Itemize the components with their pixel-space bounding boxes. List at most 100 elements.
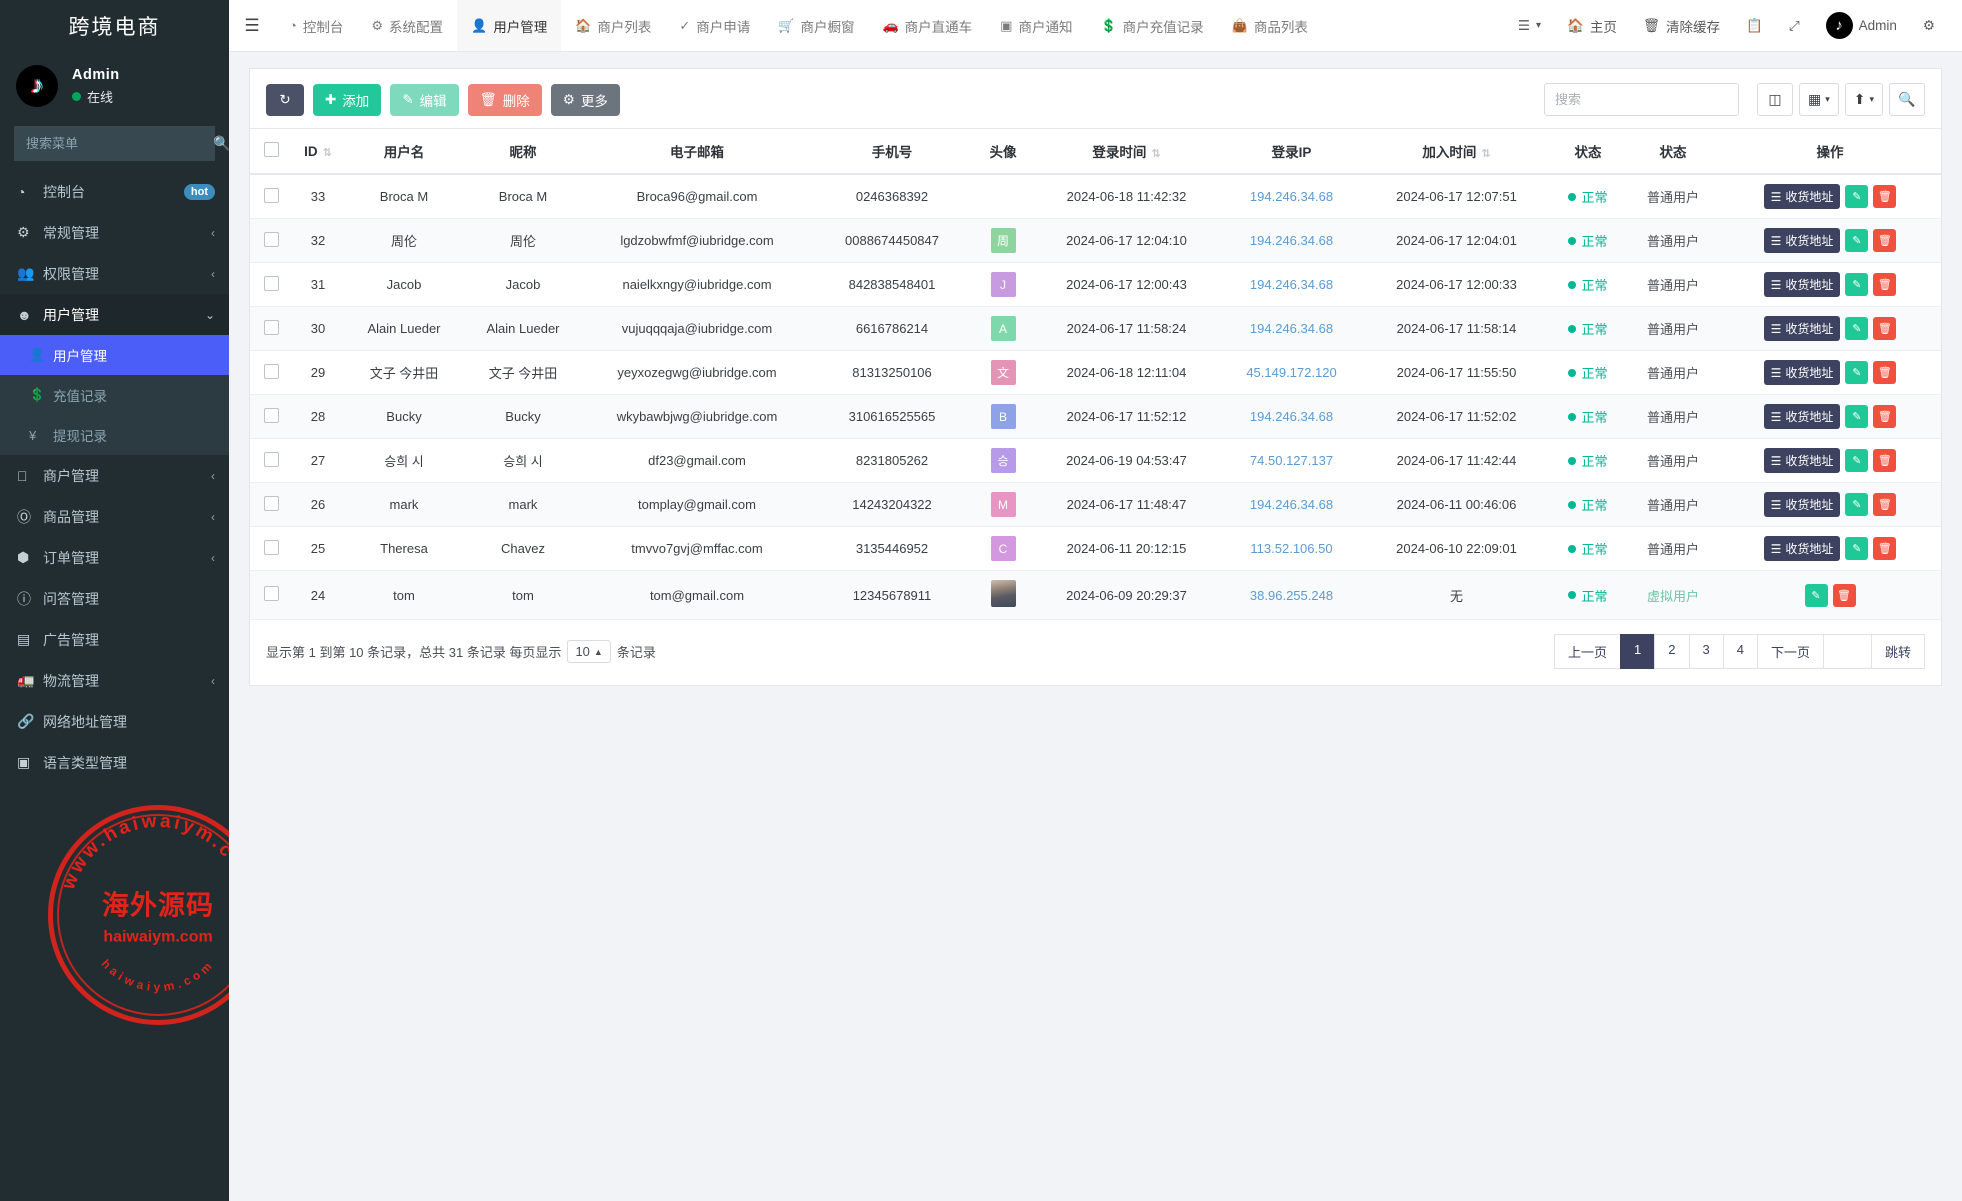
ip-link[interactable]: 74.50.127.137 <box>1250 453 1333 468</box>
row-checkbox[interactable] <box>263 586 279 601</box>
row-checkbox-cell[interactable] <box>250 570 292 620</box>
row-checkbox-cell[interactable] <box>250 526 292 571</box>
row-checkbox-cell[interactable] <box>250 394 292 439</box>
col-id[interactable]: ID ⇅ <box>292 128 344 175</box>
delete-row-button[interactable]: 🗑 <box>1873 361 1897 384</box>
sidebar-item-language[interactable]: ▣ 语言类型管理 <box>0 742 229 783</box>
sidebar-user-panel[interactable]: ♪ Admin 在线 <box>0 52 229 120</box>
cell-login-ip[interactable]: 194.246.34.68 <box>1219 218 1364 263</box>
shipping-address-button[interactable]: ☰ 收货地址 <box>1763 404 1841 429</box>
col-select-all[interactable] <box>250 128 292 175</box>
sidebar-item-merchant[interactable]:  商户管理 ‹ <box>0 455 229 496</box>
delete-row-button[interactable]: 🗑 <box>1873 273 1897 296</box>
cell-login-ip[interactable]: 113.52.106.50 <box>1219 526 1364 571</box>
tab-user-management[interactable]: 👤 用户管理 <box>457 0 562 51</box>
row-checkbox-cell[interactable] <box>250 218 292 263</box>
shipping-address-button[interactable]: ☰ 收货地址 <box>1763 272 1841 297</box>
page-3-button[interactable]: 3 <box>1688 634 1723 669</box>
refresh-button[interactable]: ↻ <box>266 83 304 116</box>
jump-button[interactable]: 跳转 <box>1870 634 1925 669</box>
sidebar-item-qa[interactable]: ⓘ 问答管理 <box>0 578 229 619</box>
fullscreen-icon[interactable]: ⤢ <box>1776 0 1813 51</box>
ip-link[interactable]: 113.52.106.50 <box>1250 541 1332 556</box>
ip-link[interactable]: 194.246.34.68 <box>1250 321 1333 336</box>
row-checkbox-cell[interactable] <box>250 350 292 395</box>
list-dropdown-icon[interactable]: ☰ ▾ <box>1505 0 1554 51</box>
sidebar-subitem-recharge[interactable]: 💲 充值记录 <box>0 375 229 415</box>
search-icon[interactable]: 🔍 <box>1889 83 1925 116</box>
gears-icon[interactable]: ⚙ <box>1910 0 1948 51</box>
edit-row-button[interactable]: ✎ <box>1845 273 1869 296</box>
select-all-checkbox[interactable] <box>263 142 279 157</box>
row-checkbox[interactable] <box>263 407 279 423</box>
row-checkbox[interactable] <box>263 319 279 335</box>
edit-button[interactable]: ✎ 编辑 <box>390 83 459 116</box>
delete-row-button[interactable]: 🗑 <box>1873 537 1897 560</box>
sidebar-search[interactable]: 🔍 <box>14 126 229 161</box>
shipping-address-button[interactable]: ☰ 收货地址 <box>1763 448 1841 473</box>
cell-login-ip[interactable]: 194.246.34.68 <box>1219 262 1364 307</box>
tab-merchant-apply[interactable]: ✓ 商户申请 <box>665 0 764 51</box>
ip-link[interactable]: 38.96.255.248 <box>1250 588 1333 603</box>
row-checkbox-cell[interactable] <box>250 262 292 307</box>
ip-link[interactable]: 194.246.34.68 <box>1250 409 1333 424</box>
edit-row-button[interactable]: ✎ <box>1845 185 1869 208</box>
delete-button[interactable]: 🗑 删除 <box>467 83 542 116</box>
shipping-address-button[interactable]: ☰ 收货地址 <box>1763 536 1841 561</box>
row-checkbox[interactable] <box>263 539 279 555</box>
table-row[interactable]: 31 Jacob Jacob naielkxngy@iubridge.com 84283… <box>250 262 1941 307</box>
edit-row-button[interactable]: ✎ <box>1845 317 1869 340</box>
row-checkbox[interactable] <box>263 451 279 467</box>
delete-row-button[interactable]: 🗑 <box>1873 405 1897 428</box>
nav-home[interactable]: 🏠 主页 <box>1554 0 1630 51</box>
table-row[interactable]: 30 Alain Lueder Alain Lueder vujuqqqaja@iub… <box>250 306 1941 351</box>
tab-merchant-express[interactable]: 🚗 商户直通车 <box>868 0 986 51</box>
cell-login-ip[interactable]: 194.246.34.68 <box>1219 482 1364 527</box>
sidebar-item-user-management[interactable]: ☻ 用户管理 ⌄ <box>0 294 229 335</box>
table-row[interactable]: 25 Theresa Chavez tmvvo7gvj@mffac.com 313544… <box>250 526 1941 571</box>
copy-icon[interactable]: 📋 <box>1733 0 1776 51</box>
ip-link[interactable]: 194.246.34.68 <box>1250 497 1333 512</box>
table-row[interactable]: 28 Bucky Bucky wkybawbjwg@iubridge.com 31061… <box>250 394 1941 439</box>
delete-row-button[interactable]: 🗑 <box>1873 449 1897 472</box>
delete-row-button[interactable]: 🗑 <box>1873 185 1897 208</box>
sidebar-item-ad[interactable]: ▤ 广告管理 <box>0 619 229 660</box>
table-row[interactable]: 29 文子 今井田 文子 今井田 yeyxozegwg@iubridge.com 813… <box>250 350 1941 395</box>
page-4-button[interactable]: 4 <box>1722 634 1757 669</box>
row-checkbox[interactable] <box>263 275 279 291</box>
tab-dashboard[interactable]: ◔ 控制台 <box>275 0 357 51</box>
delete-row-button[interactable]: 🗑 <box>1873 493 1897 516</box>
ip-link[interactable]: 194.246.34.68 <box>1250 189 1333 204</box>
table-row[interactable]: 27 승희 시 승희 시 df23@gmail.com 8231805262 승 2024-… <box>250 438 1941 483</box>
row-checkbox[interactable] <box>263 187 279 203</box>
cell-login-ip[interactable]: 38.96.255.248 <box>1219 570 1364 620</box>
table-row[interactable]: 26 mark mark tomplay@gmail.com 14243204322 M 2… <box>250 482 1941 527</box>
ip-link[interactable]: 194.246.34.68 <box>1250 233 1333 248</box>
tab-system-config[interactable]: ⚙ 系统配置 <box>357 0 457 51</box>
row-checkbox-cell[interactable] <box>250 174 292 219</box>
table-row[interactable]: 24 tom tom tom@gmail.com 12345678911 2024-06-… <box>250 570 1941 620</box>
next-page-button[interactable]: 下一页 <box>1756 634 1823 669</box>
cell-login-ip[interactable]: 194.246.34.68 <box>1219 394 1364 439</box>
edit-row-button[interactable]: ✎ <box>1845 537 1869 560</box>
shipping-address-button[interactable]: ☰ 收货地址 <box>1763 360 1841 385</box>
edit-row-button[interactable]: ✎ <box>1845 493 1869 516</box>
table-row[interactable]: 33 Broca M Broca M Broca96@gmail.com 0246368… <box>250 174 1941 219</box>
cell-login-ip[interactable]: 194.246.34.68 <box>1219 306 1364 351</box>
delete-row-button[interactable]: 🗑 <box>1832 583 1856 607</box>
tab-merchant-window[interactable]: 🛒 商户橱窗 <box>764 0 868 51</box>
ip-link[interactable]: 194.246.34.68 <box>1250 277 1333 292</box>
edit-row-button[interactable]: ✎ <box>1845 405 1869 428</box>
sidebar-item-network-address[interactable]: 🔗 网络地址管理 <box>0 701 229 742</box>
row-checkbox[interactable] <box>263 363 279 379</box>
tab-product-list[interactable]: 👜 商品列表 <box>1218 0 1322 51</box>
jump-page-input[interactable] <box>1822 634 1871 669</box>
col-join-time[interactable]: 加入时间 ⇅ <box>1364 128 1549 175</box>
sidebar-item-dashboard[interactable]: ◔ 控制台 hot <box>0 171 229 212</box>
sidebar-item-logistics[interactable]: 🚛 物流管理 ‹ <box>0 660 229 701</box>
row-checkbox-cell[interactable] <box>250 306 292 351</box>
delete-row-button[interactable]: 🗑 <box>1873 317 1897 340</box>
tab-merchant-list[interactable]: 🏠 商户列表 <box>561 0 665 51</box>
row-checkbox-cell[interactable] <box>250 482 292 527</box>
tab-merchant-notice[interactable]: ▣ 商户通知 <box>986 0 1086 51</box>
